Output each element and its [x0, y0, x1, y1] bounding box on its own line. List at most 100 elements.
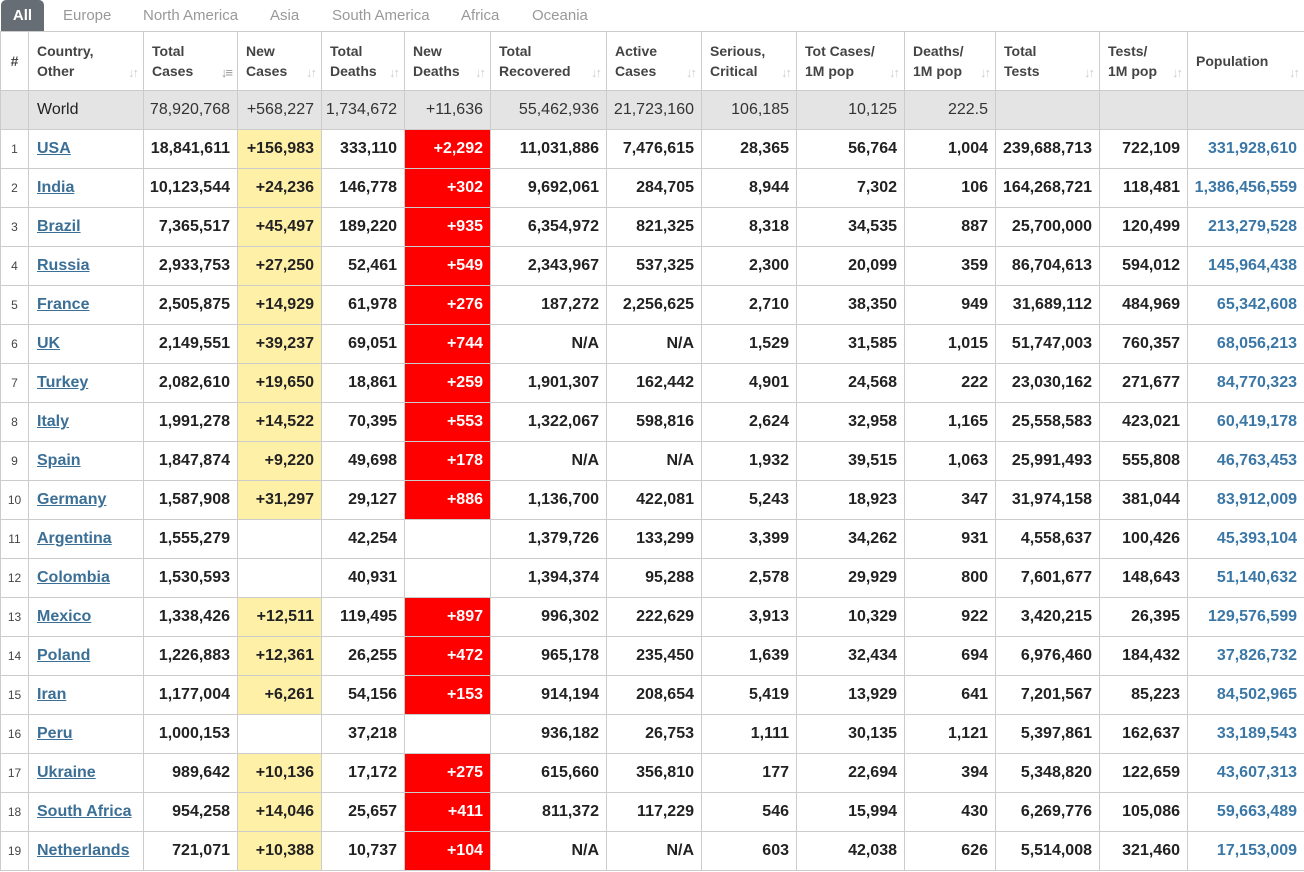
tab-oceania[interactable]: Oceania [532, 0, 588, 32]
country-link[interactable]: Turkey [37, 374, 88, 391]
country-link[interactable]: USA [37, 140, 71, 157]
cell-tests-per-million: 148,643 [1099, 558, 1188, 598]
country-link[interactable]: Iran [37, 686, 66, 703]
sort-arrows-icon[interactable]: ↓↑ [1172, 65, 1183, 80]
col-header-deaths-per-million[interactable]: Deaths/1M pop ↓↑ [904, 31, 996, 91]
cell-tests-per-million: 760,357 [1099, 324, 1188, 364]
col-header-total-deaths[interactable]: Total Deaths ↓↑ [321, 31, 405, 91]
sort-arrows-icon[interactable]: ↓↑ [389, 65, 400, 80]
cell-new-deaths: +897 [404, 597, 491, 637]
col-header-tests-per-million[interactable]: Tests/1M pop ↓↑ [1099, 31, 1188, 91]
tab-all[interactable]: All [1, 0, 44, 32]
sort-desc-icon[interactable]: ↓≡ [221, 65, 233, 80]
cell-deaths-per-million: 1,015 [904, 324, 996, 364]
cell-country: Russia [28, 246, 144, 286]
country-link[interactable]: Brazil [37, 218, 81, 235]
cell-new-cases: +39,237 [237, 324, 322, 364]
cell-serious: 1,111 [701, 714, 797, 754]
cell-country: Peru [28, 714, 144, 754]
table-row: 6 UK 2,149,551 +39,237 69,051 +744 N/A N/A 1,529… [0, 324, 1304, 364]
sort-arrows-icon[interactable]: ↓↑ [889, 65, 900, 80]
cell-population: 213,279,528 [1187, 207, 1304, 247]
cell-population: 60,419,178 [1187, 402, 1304, 442]
cell-deaths-per-million: 394 [904, 753, 996, 793]
cell-total-recovered: 1,379,726 [490, 519, 607, 559]
cell-deaths-per-million: 1,165 [904, 402, 996, 442]
sort-arrows-icon[interactable]: ↓↑ [128, 65, 139, 80]
country-link[interactable]: Poland [37, 647, 90, 664]
cell-active-cases: 21,723,160 [606, 90, 702, 130]
country-link[interactable]: Mexico [37, 608, 91, 625]
cell-total-tests: 25,991,493 [995, 441, 1100, 481]
col-header-total-tests[interactable]: Total Tests ↓↑ [995, 31, 1100, 91]
cell-total-deaths: 42,254 [321, 519, 405, 559]
country-link[interactable]: Italy [37, 413, 69, 430]
cell-total-recovered: 615,660 [490, 753, 607, 793]
cell-new-deaths: +276 [404, 285, 491, 325]
cell-index: 11 [0, 519, 29, 559]
cell-active-cases: 821,325 [606, 207, 702, 247]
country-link[interactable]: France [37, 296, 89, 313]
cell-total-tests: 3,420,215 [995, 597, 1100, 637]
tab-south-america[interactable]: South America [332, 0, 430, 32]
country-link[interactable]: South Africa [37, 803, 132, 820]
col-header-serious[interactable]: Serious, Critical ↓↑ [701, 31, 797, 91]
country-link[interactable]: UK [37, 335, 60, 352]
cell-new-deaths: +275 [404, 753, 491, 793]
col-header-total-cases[interactable]: Total Cases ↓≡ [143, 31, 238, 91]
cell-serious: 546 [701, 792, 797, 832]
cell-total-recovered: N/A [490, 831, 607, 871]
cell-index: 18 [0, 792, 29, 832]
sort-arrows-icon[interactable]: ↓↑ [980, 65, 991, 80]
cell-population: 331,928,610 [1187, 129, 1304, 169]
sort-arrows-icon[interactable]: ↓↑ [591, 65, 602, 80]
cell-population: 129,576,599 [1187, 597, 1304, 637]
cell-active-cases: 537,325 [606, 246, 702, 286]
col-header-total-recovered[interactable]: Total Recovered ↓↑ [490, 31, 607, 91]
cell-new-cases: +6,261 [237, 675, 322, 715]
country-link[interactable]: Colombia [37, 569, 110, 586]
country-link[interactable]: Peru [37, 725, 73, 742]
cell-deaths-per-million: 800 [904, 558, 996, 598]
tab-europe[interactable]: Europe [63, 0, 111, 32]
cell-new-deaths: +411 [404, 792, 491, 832]
country-link[interactable]: India [37, 179, 74, 196]
country-link[interactable]: Ukraine [37, 764, 96, 781]
sort-arrows-icon[interactable]: ↓↑ [1084, 65, 1095, 80]
sort-arrows-icon[interactable]: ↓↑ [781, 65, 792, 80]
col-header-cases-per-million[interactable]: Tot Cases/1M pop ↓↑ [796, 31, 905, 91]
cell-new-deaths: +178 [404, 441, 491, 481]
country-link[interactable]: Germany [37, 491, 106, 508]
sort-arrows-icon[interactable]: ↓↑ [686, 65, 697, 80]
cell-deaths-per-million: 626 [904, 831, 996, 871]
col-header-active-cases[interactable]: Active Cases ↓↑ [606, 31, 702, 91]
cell-cases-per-million: 34,535 [796, 207, 905, 247]
cell-population: 68,056,213 [1187, 324, 1304, 364]
tab-africa[interactable]: Africa [461, 0, 499, 32]
country-link[interactable]: Netherlands [37, 842, 129, 859]
country-link[interactable]: Argentina [37, 530, 112, 547]
country-link[interactable]: Russia [37, 257, 89, 274]
col-header-new-cases[interactable]: New Cases ↓↑ [237, 31, 322, 91]
cell-active-cases: N/A [606, 441, 702, 481]
sort-arrows-icon[interactable]: ↓↑ [306, 65, 317, 80]
col-header-country[interactable]: Country, Other ↓↑ [28, 31, 144, 91]
cell-new-deaths [404, 714, 491, 754]
cell-total-tests: 31,689,112 [995, 285, 1100, 325]
sort-arrows-icon[interactable]: ↓↑ [1289, 65, 1300, 80]
col-header-new-deaths[interactable]: New Deaths ↓↑ [404, 31, 491, 91]
continent-tabs: All Europe North America Asia South Amer… [0, 0, 1304, 32]
col-header-population[interactable]: Population ↓↑ [1187, 31, 1304, 91]
cell-index [0, 90, 29, 130]
cell-total-deaths: 189,220 [321, 207, 405, 247]
cell-total-cases: 1,226,883 [143, 636, 238, 676]
country-link[interactable]: Spain [37, 452, 81, 469]
tab-asia[interactable]: Asia [270, 0, 299, 32]
tab-north-america[interactable]: North America [143, 0, 238, 32]
cell-deaths-per-million: 949 [904, 285, 996, 325]
cell-new-deaths: +744 [404, 324, 491, 364]
sort-arrows-icon[interactable]: ↓↑ [475, 65, 486, 80]
cell-country: Iran [28, 675, 144, 715]
cell-new-cases: +24,236 [237, 168, 322, 208]
cell-total-cases: 954,258 [143, 792, 238, 832]
